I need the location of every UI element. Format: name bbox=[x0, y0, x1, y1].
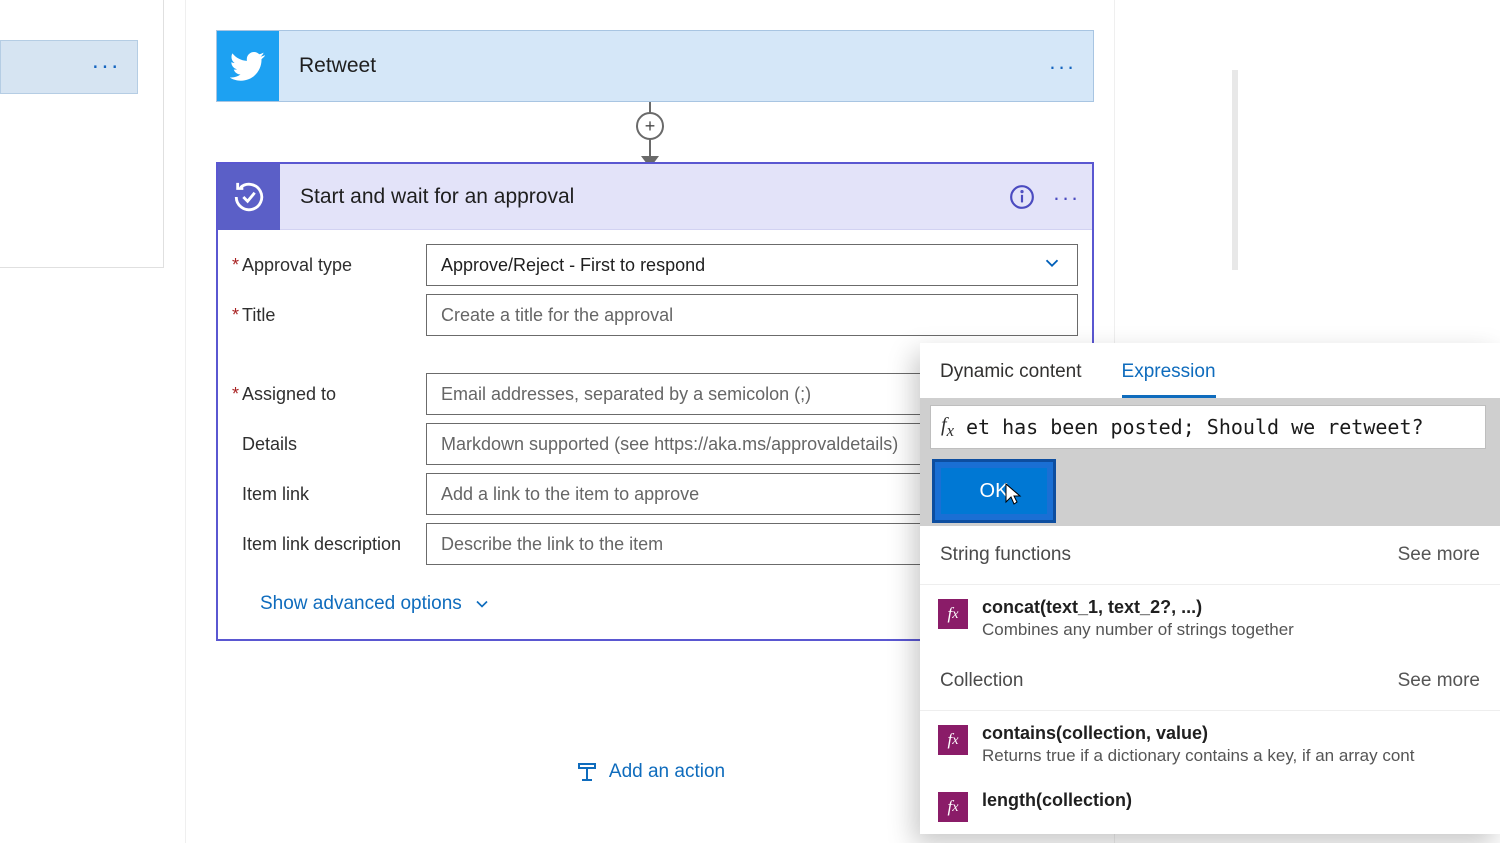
chevron-down-icon bbox=[472, 594, 492, 614]
fx-icon: fx bbox=[938, 725, 968, 755]
chevron-down-icon bbox=[1041, 252, 1063, 279]
see-more-link[interactable]: See more bbox=[1398, 670, 1480, 692]
right-divider bbox=[1232, 70, 1238, 270]
function-description: Returns true if a dictionary contains a … bbox=[982, 746, 1414, 766]
details-label: Details bbox=[242, 434, 426, 455]
expression-panel: Dynamic content Expression fx et has bee… bbox=[920, 343, 1500, 834]
section-title: String functions bbox=[940, 544, 1071, 566]
approval-type-value: Approve/Reject - First to respond bbox=[441, 255, 705, 276]
item-link-desc-label: Item link description bbox=[242, 534, 426, 555]
section-collection: Collection See more bbox=[920, 652, 1500, 711]
fx-icon: fx bbox=[938, 599, 968, 629]
section-string-functions: String functions See more bbox=[920, 526, 1500, 585]
expression-input[interactable]: fx et has been posted; Should we retweet… bbox=[930, 405, 1486, 449]
see-more-link[interactable]: See more bbox=[1398, 544, 1480, 566]
title-input[interactable]: Create a title for the approval bbox=[426, 294, 1078, 336]
add-step-button[interactable]: + bbox=[636, 112, 664, 140]
assigned-to-label: Assigned to bbox=[242, 384, 426, 405]
function-contains[interactable]: fx contains(collection, value) Returns t… bbox=[920, 711, 1500, 778]
left-panel: ... bbox=[0, 0, 164, 268]
fx-icon: fx bbox=[941, 414, 954, 441]
expression-text: et has been posted; Should we retweet? bbox=[966, 415, 1424, 439]
add-action-label: Add an action bbox=[609, 761, 725, 783]
approval-icon bbox=[218, 164, 280, 230]
item-link-label: Item link bbox=[242, 484, 426, 505]
add-action-button[interactable]: Add an action bbox=[575, 760, 725, 784]
function-signature: length(collection) bbox=[982, 790, 1132, 811]
function-signature: contains(collection, value) bbox=[982, 723, 1414, 744]
ellipsis-icon[interactable]: ... bbox=[1033, 49, 1093, 75]
tab-expression[interactable]: Expression bbox=[1122, 361, 1216, 398]
section-title: Collection bbox=[940, 670, 1023, 692]
insert-action-icon bbox=[575, 760, 599, 784]
twitter-icon bbox=[217, 31, 279, 101]
function-description: Combines any number of strings together bbox=[982, 620, 1294, 640]
function-concat[interactable]: fx concat(text_1, text_2?, ...) Combines… bbox=[920, 585, 1500, 652]
ok-button[interactable]: OK bbox=[941, 468, 1047, 514]
function-signature: concat(text_1, text_2?, ...) bbox=[982, 597, 1294, 618]
show-advanced-label: Show advanced options bbox=[260, 593, 462, 615]
card-title: Retweet bbox=[279, 54, 1033, 78]
fx-icon: fx bbox=[938, 792, 968, 822]
cursor-icon bbox=[1001, 480, 1025, 508]
collapsed-trigger-card[interactable]: ... bbox=[0, 40, 138, 94]
info-icon[interactable] bbox=[1002, 177, 1042, 217]
approval-card-header[interactable]: Start and wait for an approval ... bbox=[218, 164, 1092, 230]
ok-button-focus-ring: OK bbox=[932, 459, 1056, 523]
title-label: Title bbox=[242, 305, 426, 326]
tab-dynamic-content[interactable]: Dynamic content bbox=[940, 361, 1082, 398]
function-length[interactable]: fx length(collection) bbox=[920, 778, 1500, 834]
approval-type-label: Approval type bbox=[242, 255, 426, 276]
ellipsis-icon[interactable]: ... bbox=[1042, 180, 1092, 206]
approval-type-select[interactable]: Approve/Reject - First to respond bbox=[426, 244, 1078, 286]
card-title: Start and wait for an approval bbox=[280, 185, 1002, 209]
retweet-action-card[interactable]: Retweet ... bbox=[216, 30, 1094, 102]
